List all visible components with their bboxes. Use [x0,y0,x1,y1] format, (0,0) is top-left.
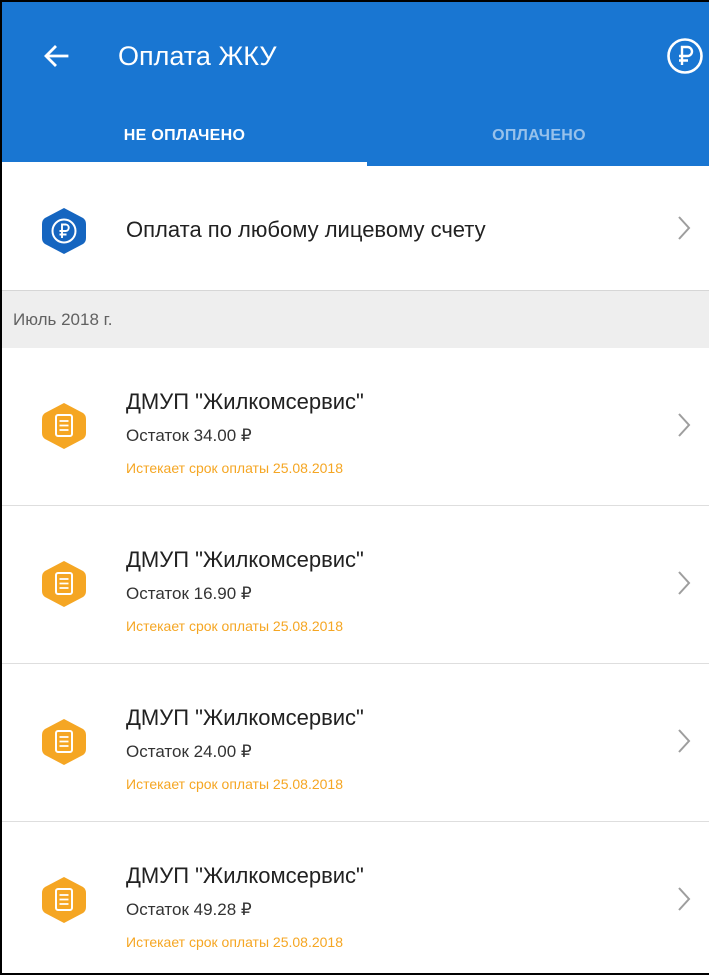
document-hexagon-icon [42,403,86,449]
bill-provider-name: ДМУП "Жилкомсервис" [126,547,364,572]
month-section-label: Июль 2018 г. [13,310,113,329]
bill-balance: Остаток 49.28 ₽ [126,900,252,919]
bill-due-warning: Истекает срок оплаты 25.08.2018 [126,618,343,634]
bill-balance: Остаток 24.00 ₽ [126,742,252,761]
page-title: Оплата ЖКУ [118,41,277,71]
chevron-right-icon [678,729,691,753]
bill-due-warning: Истекает срок оплаты 25.08.2018 [126,460,343,476]
tab-unpaid[interactable]: НЕ ОПЛАЧЕНО [2,106,367,166]
app-screen: Оплата ЖКУ НЕ ОПЛАЧЕНО ОПЛАЧЕНО Оплата п… [0,0,709,975]
bill-provider-name: ДМУП "Жилкомсервис" [126,863,364,888]
bill-balance: Остаток 16.90 ₽ [126,584,252,603]
bill-list-item[interactable]: ДМУП "Жилкомсервис" Остаток 24.00 ₽ Исте… [2,664,709,822]
bill-balance: Остаток 34.00 ₽ [126,426,252,445]
bill-provider-name: ДМУП "Жилкомсервис" [126,705,364,730]
bill-provider-name: ДМУП "Жилкомсервис" [126,389,364,414]
bill-list-item[interactable]: ДМУП "Жилкомсервис" Остаток 16.90 ₽ Исте… [2,506,709,664]
bill-list-item[interactable]: ДМУП "Жилкомсервис" Остаток 34.00 ₽ Исте… [2,348,709,506]
tab-bar: НЕ ОПЛАЧЕНО ОПЛАЧЕНО [2,106,709,166]
ruble-circle-icon [667,38,703,74]
bill-due-warning: Истекает срок оплаты 25.08.2018 [126,934,343,950]
ruble-hexagon-icon [42,208,86,254]
bill-list-item[interactable]: ДМУП "Жилкомсервис" Остаток 49.28 ₽ Исте… [2,822,709,973]
bill-due-warning: Истекает срок оплаты 25.08.2018 [126,776,343,792]
chevron-right-icon [678,216,691,240]
pay-any-account-row[interactable]: Оплата по любому лицевому счету [2,166,709,290]
chevron-right-icon [678,887,691,911]
ruble-action-button[interactable] [665,36,705,76]
app-bar: Оплата ЖКУ НЕ ОПЛАЧЕНО ОПЛАЧЕНО [2,2,709,166]
back-button[interactable] [36,36,76,76]
chevron-right-icon [678,571,691,595]
document-hexagon-icon [42,719,86,765]
document-hexagon-icon [42,561,86,607]
tab-paid[interactable]: ОПЛАЧЕНО [367,106,709,166]
month-section-header: Июль 2018 г. [2,290,709,348]
arrow-left-icon [44,45,69,67]
chevron-right-icon [678,413,691,437]
pay-any-account-label: Оплата по любому лицевому счету [126,217,486,242]
document-hexagon-icon [42,877,86,923]
